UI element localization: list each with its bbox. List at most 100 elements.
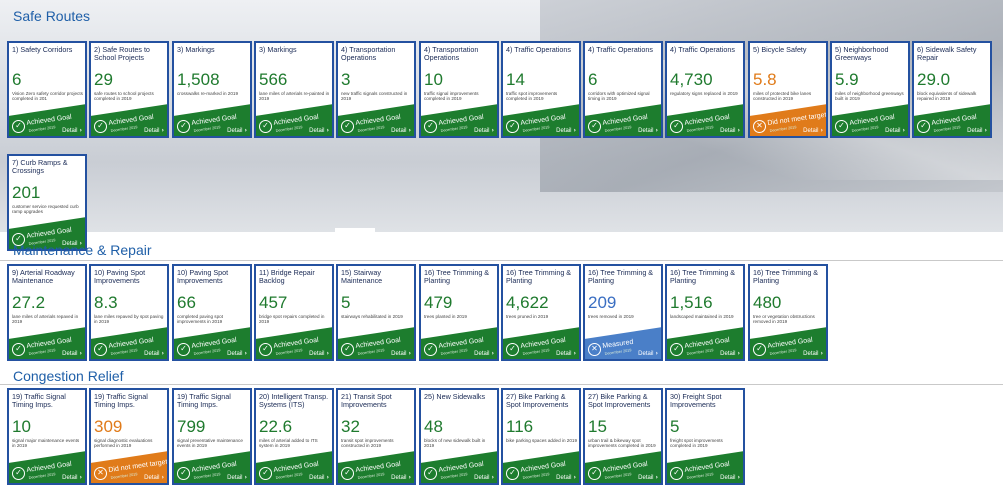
metric-card[interactable]: 21) Transit Spot Improvements 32 transit s…	[336, 388, 416, 485]
metric-card[interactable]: 10) Paving Spot Improvements 8.3 lane mile…	[89, 264, 169, 361]
metric-card[interactable]: 27) Bike Parking & Spot Improvements 15 ur…	[583, 388, 663, 485]
metric-card[interactable]: 25) New Sidewalks 48 blocks of new sidewal…	[419, 388, 499, 485]
metric-card[interactable]: 16) Tree Trimming & Planting 1,516 landsca…	[665, 264, 745, 361]
check-circle-icon: ✓	[177, 467, 190, 480]
detail-link[interactable]: Detail ›	[803, 127, 823, 134]
detail-link[interactable]: Detail ›	[391, 127, 411, 134]
detail-link[interactable]: Detail ›	[227, 127, 247, 134]
card-value: 5	[341, 293, 351, 312]
card-title: 9) Arterial Roadway Maintenance	[12, 268, 75, 286]
card-value: 799	[177, 417, 206, 436]
metric-card[interactable]: 4) Transportation Operations 3 new traffic…	[336, 41, 416, 138]
detail-link[interactable]: Detail ›	[638, 127, 658, 134]
metric-card[interactable]: 4) Traffic Operations 4,730 regulatory sig…	[665, 41, 745, 138]
metric-card[interactable]: 19) Traffic Signal Timing Imps. 799 signal…	[172, 388, 252, 485]
detail-link[interactable]: Detail ›	[144, 350, 164, 357]
chevron-right-icon: ›	[902, 127, 905, 134]
chevron-right-icon: ›	[655, 127, 658, 134]
detail-link[interactable]: Detail ›	[227, 350, 247, 357]
detail-label: Detail	[391, 128, 407, 134]
card-value: 4,730	[670, 70, 713, 89]
detail-link[interactable]: Detail ›	[638, 350, 658, 357]
detail-link[interactable]: Detail ›	[227, 474, 247, 481]
metric-card[interactable]: 5) Bicycle Safety 5.8 miles of protected b…	[748, 41, 828, 138]
metric-card[interactable]: 16) Tree Trimming & Planting 209 trees rem…	[583, 264, 663, 361]
card-title: 6) Sidewalk Safety Repair	[917, 45, 977, 63]
detail-label: Detail	[391, 475, 407, 481]
detail-link[interactable]: Detail ›	[474, 127, 494, 134]
detail-link[interactable]: Detail ›	[62, 474, 82, 481]
card-description: signal preventative maintenance events i…	[177, 438, 243, 449]
detail-link[interactable]: Detail ›	[474, 474, 494, 481]
metric-card[interactable]: 16) Tree Trimming & Planting 480 tree or v…	[748, 264, 828, 361]
chevron-right-icon: ›	[491, 474, 494, 481]
metric-card[interactable]: 4) Traffic Operations 14 traffic spot impr…	[501, 41, 581, 138]
metric-card[interactable]: 6) Sidewalk Safety Repair 29.0 block equiv…	[912, 41, 992, 138]
metric-card[interactable]: 16) Tree Trimming & Planting 479 trees pla…	[419, 264, 499, 361]
card-value: 27.2	[12, 293, 46, 312]
metric-card[interactable]: 1) Safety Corridors 6 Vision Zero safety c…	[7, 41, 87, 138]
detail-link[interactable]: Detail ›	[309, 474, 329, 481]
chevron-right-icon: ›	[326, 350, 329, 357]
detail-link[interactable]: Detail ›	[474, 350, 494, 357]
detail-link[interactable]: Detail ›	[309, 350, 329, 357]
metric-card[interactable]: 4) Transportation Operations 10 traffic si…	[419, 41, 499, 138]
card-description: trees planted in 2019	[424, 314, 467, 319]
chevron-right-icon: ›	[79, 350, 82, 357]
detail-link[interactable]: Detail ›	[803, 350, 823, 357]
metric-card[interactable]: 16) Tree Trimming & Planting 4,622 trees p…	[501, 264, 581, 361]
card-title: 10) Paving Spot Improvements	[177, 268, 229, 286]
detail-link[interactable]: Detail ›	[144, 127, 164, 134]
detail-link[interactable]: Detail ›	[967, 127, 987, 134]
card-value: 48	[424, 417, 443, 436]
card-value: 4,622	[506, 293, 549, 312]
card-value: 116	[506, 417, 534, 436]
detail-link[interactable]: Detail ›	[720, 474, 740, 481]
metric-card[interactable]: 2) Safe Routes to School Projects 29 safe …	[89, 41, 169, 138]
card-title: 7) Curb Ramps & Crossings	[12, 158, 68, 176]
card-description: tree or vegetation obstructions removed …	[753, 314, 815, 325]
metric-card[interactable]: 19) Traffic Signal Timing Imps. 309 signal…	[89, 388, 169, 485]
metric-card[interactable]: 20) Intelligent Transp. Systems (ITS) 22.…	[254, 388, 334, 485]
detail-link[interactable]: Detail ›	[391, 350, 411, 357]
metric-card[interactable]: 27) Bike Parking & Spot Improvements 116 b…	[501, 388, 581, 485]
metric-card[interactable]: 10) Paving Spot Improvements 66 completed …	[172, 264, 252, 361]
check-circle-icon: ✓	[506, 120, 519, 133]
check-circle-icon: ✓	[588, 120, 601, 133]
card-description: miles of protected bike lanes constructe…	[753, 91, 812, 102]
metric-card[interactable]: 3) Markings 1,508 crosswalks re-marked in …	[172, 41, 252, 138]
check-circle-icon: ✓	[424, 343, 437, 356]
detail-link[interactable]: Detail ›	[556, 474, 576, 481]
detail-label: Detail	[62, 475, 78, 481]
detail-label: Detail	[144, 128, 160, 134]
metric-card[interactable]: 19) Traffic Signal Timing Imps. 10 signal …	[7, 388, 87, 485]
detail-link[interactable]: Detail ›	[556, 127, 576, 134]
metric-card[interactable]: 30) Freight Spot Improvements 5 freight sp…	[665, 388, 745, 485]
divider	[335, 228, 375, 232]
card-description: miles of neighborhood greenways built in…	[835, 91, 904, 102]
detail-link[interactable]: Detail ›	[885, 127, 905, 134]
chevron-right-icon: ›	[79, 127, 82, 134]
detail-link[interactable]: Detail ›	[62, 127, 82, 134]
detail-link[interactable]: Detail ›	[638, 474, 658, 481]
metric-card[interactable]: 15) Stairway Maintenance 5 stairways rehab…	[336, 264, 416, 361]
card-title: 3) Markings	[259, 45, 297, 54]
metric-card[interactable]: 4) Traffic Operations 6 corridors with opt…	[583, 41, 663, 138]
detail-link[interactable]: Detail ›	[720, 127, 740, 134]
detail-link[interactable]: Detail ›	[556, 350, 576, 357]
detail-link[interactable]: Detail ›	[62, 350, 82, 357]
detail-label: Detail	[885, 128, 901, 134]
metric-card[interactable]: 3) Markings 566 lane miles of arterials re…	[254, 41, 334, 138]
metric-card[interactable]: 11) Bridge Repair Backlog 457 bridge spot …	[254, 264, 334, 361]
check-circle-icon: ✓	[424, 467, 437, 480]
x-circle-icon: ✕	[588, 343, 601, 356]
chevron-right-icon: ›	[244, 127, 247, 134]
detail-link[interactable]: Detail ›	[720, 350, 740, 357]
detail-link[interactable]: Detail ›	[391, 474, 411, 481]
detail-link[interactable]: Detail ›	[309, 127, 329, 134]
card-title: 16) Tree Trimming & Planting	[424, 268, 490, 286]
metric-card[interactable]: 5) Neighborhood Greenways 5.9 miles of nei…	[830, 41, 910, 138]
detail-link[interactable]: Detail ›	[144, 474, 164, 481]
card-description: blocks of new sidewalk built in 2019	[424, 438, 486, 449]
metric-card[interactable]: 9) Arterial Roadway Maintenance 27.2 lane …	[7, 264, 87, 361]
